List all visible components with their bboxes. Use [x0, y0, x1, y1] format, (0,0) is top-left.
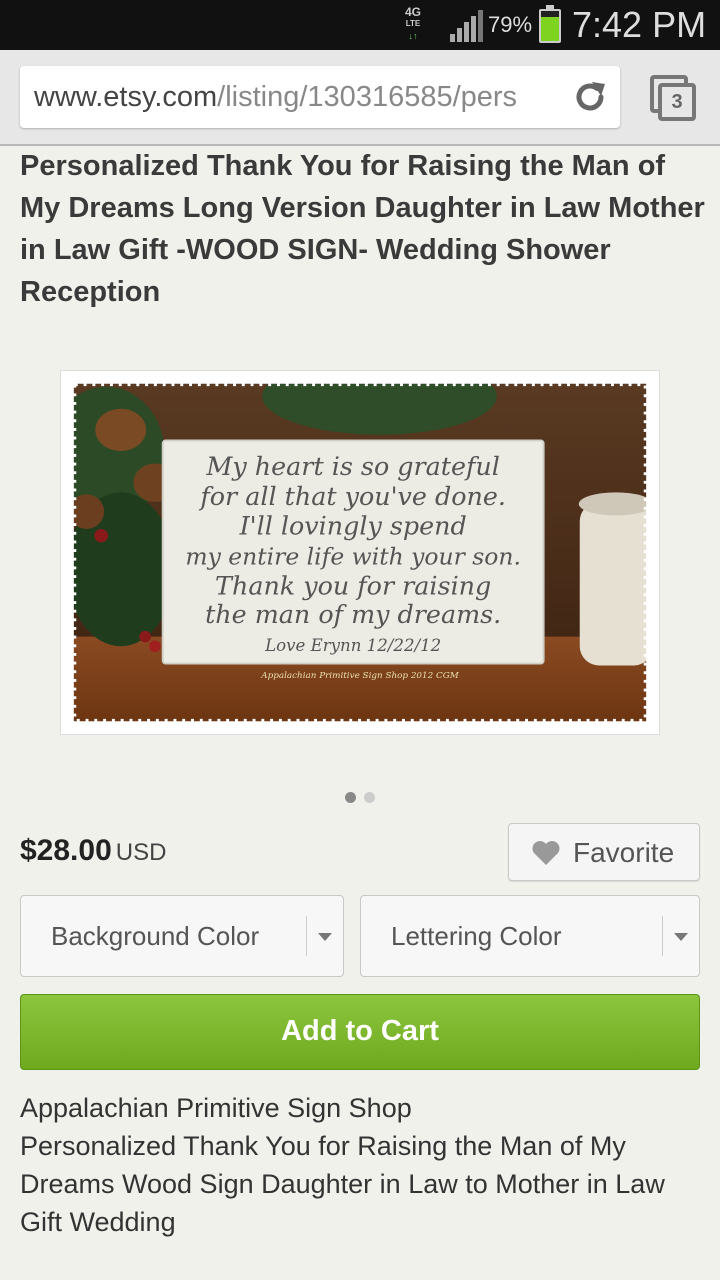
image-pagination: [0, 790, 720, 808]
background-color-select[interactable]: Background Color: [20, 895, 344, 977]
sign-credit: Appalachian Primitive Sign Shop 2012 CGM: [260, 671, 460, 681]
listing-title: Personalized Thank You for Raising the M…: [20, 150, 705, 308]
sign-line-4: my entire life with your son.: [185, 544, 521, 571]
signal-icon: [450, 10, 483, 42]
favorite-button[interactable]: Favorite: [508, 823, 700, 881]
url-path: /listing/130316585/pers: [217, 81, 518, 113]
battery-percent: 79%: [488, 12, 533, 37]
price-amount: $28.00: [20, 834, 112, 867]
tabs-button[interactable]: 3: [650, 75, 696, 121]
sign-line-5: Thank you for raising: [215, 572, 491, 601]
network-sub-label: LTE: [405, 19, 421, 28]
status-bar: 4G LTE ↓↑ 79% 7:42 PM: [0, 0, 720, 50]
sign-line-2: for all that you've done.: [198, 482, 506, 511]
sign-signature: Love Erynn 12/22/12: [264, 636, 441, 655]
browser-toolbar: www.etsy.com/listing/130316585/pers 3: [0, 50, 720, 146]
favorite-label: Favorite: [573, 837, 675, 868]
chevron-down-icon: [318, 933, 332, 941]
price: $28.00 USD: [20, 834, 166, 868]
heart-icon: [532, 841, 560, 865]
image-dot-2[interactable]: [364, 792, 375, 803]
sign-line-3: I'll lovingly spend: [239, 512, 467, 541]
data-activity-icon: ↓↑: [408, 31, 418, 41]
sign-line-6: the man of my dreams.: [205, 600, 501, 629]
description-text: Personalized Thank You for Raising the M…: [20, 1131, 665, 1237]
lettering-color-select[interactable]: Lettering Color: [360, 895, 700, 977]
sign-line-1: My heart is so grateful: [205, 452, 499, 481]
battery-icon: [539, 5, 561, 43]
select-divider: [662, 916, 663, 956]
select-divider: [306, 916, 307, 956]
tab-count: 3: [658, 83, 696, 121]
product-image[interactable]: My heart is so grateful for all that you…: [60, 370, 660, 735]
network-indicator: 4G LTE ↓↑: [405, 6, 421, 42]
url-field[interactable]: www.etsy.com/listing/130316585/pers: [20, 66, 620, 128]
clock: 7:42 PM: [572, 4, 707, 45]
network-label: 4G: [405, 5, 422, 19]
chevron-down-icon: [674, 933, 688, 941]
url-domain: www.etsy.com: [34, 81, 218, 113]
shop-name[interactable]: Appalachian Primitive Sign Shop: [20, 1089, 710, 1127]
reload-icon[interactable]: [572, 79, 608, 115]
url-text[interactable]: www.etsy.com/listing/130316585/pers: [34, 81, 554, 114]
add-to-cart-button[interactable]: Add to Cart: [20, 994, 700, 1070]
lettering-color-label: Lettering Color: [391, 921, 562, 951]
background-color-label: Background Color: [51, 921, 260, 951]
listing-description: Appalachian Primitive Sign Shop Personal…: [20, 1089, 710, 1241]
product-photo-art: My heart is so grateful for all that you…: [67, 377, 653, 728]
price-currency: USD: [115, 839, 167, 866]
image-dot-1[interactable]: [345, 792, 356, 803]
